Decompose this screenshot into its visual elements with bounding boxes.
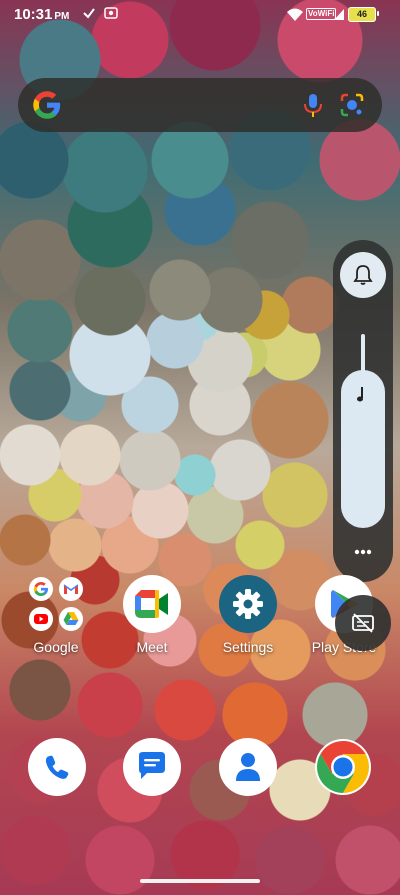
live-caption-button[interactable]	[335, 595, 391, 651]
google-g-icon	[29, 577, 53, 601]
messages-icon	[139, 752, 165, 779]
app-label: Meet	[136, 639, 168, 655]
search-bar[interactable]	[18, 78, 382, 132]
signal-icon	[334, 9, 344, 20]
media-volume-slider[interactable]	[341, 370, 385, 528]
phone-icon	[45, 755, 69, 779]
drive-icon	[59, 607, 83, 631]
app-settings[interactable]: Settings	[198, 575, 298, 655]
ringer-mode-button[interactable]	[340, 252, 386, 298]
more-dots-icon[interactable]	[349, 542, 377, 562]
google-g-icon	[33, 91, 61, 119]
dock-phone[interactable]	[28, 738, 86, 796]
wifi-icon	[287, 8, 303, 21]
volume-track	[361, 334, 365, 374]
chrome-icon	[315, 739, 371, 795]
lens-icon[interactable]	[338, 91, 366, 119]
gesture-nav-handle[interactable]	[140, 879, 260, 883]
mic-icon[interactable]	[300, 92, 326, 118]
contacts-icon	[236, 753, 260, 781]
check-icon	[83, 8, 95, 19]
youtube-icon	[29, 607, 53, 631]
music-note-icon	[357, 387, 363, 402]
live-caption-icon	[352, 613, 374, 633]
app-meet[interactable]: Meet	[102, 575, 202, 655]
gmail-icon	[59, 577, 83, 601]
dock-contacts[interactable]	[219, 738, 277, 796]
dock-messages[interactable]	[123, 738, 181, 796]
meet-icon	[123, 575, 181, 633]
app-google-folder[interactable]: Google	[6, 575, 106, 655]
network-badge: VoWiFi	[306, 8, 337, 20]
app-label: Settings	[222, 639, 274, 655]
dock-chrome[interactable]	[314, 738, 372, 796]
google-folder-icon	[27, 575, 85, 633]
status-bar: 10:31 PM VoWiFi 46	[0, 0, 400, 30]
clock-ampm: PM	[54, 11, 70, 22]
battery-level: 46	[348, 7, 376, 22]
app-label: Google	[33, 639, 79, 655]
settings-gear-icon	[219, 575, 277, 633]
volume-panel	[333, 240, 393, 582]
screen-record-icon	[104, 7, 118, 19]
battery-icon	[377, 11, 379, 16]
clock: 10:31 PM	[14, 6, 69, 23]
bell-icon	[353, 265, 373, 285]
clock-time: 10:31	[14, 6, 53, 23]
